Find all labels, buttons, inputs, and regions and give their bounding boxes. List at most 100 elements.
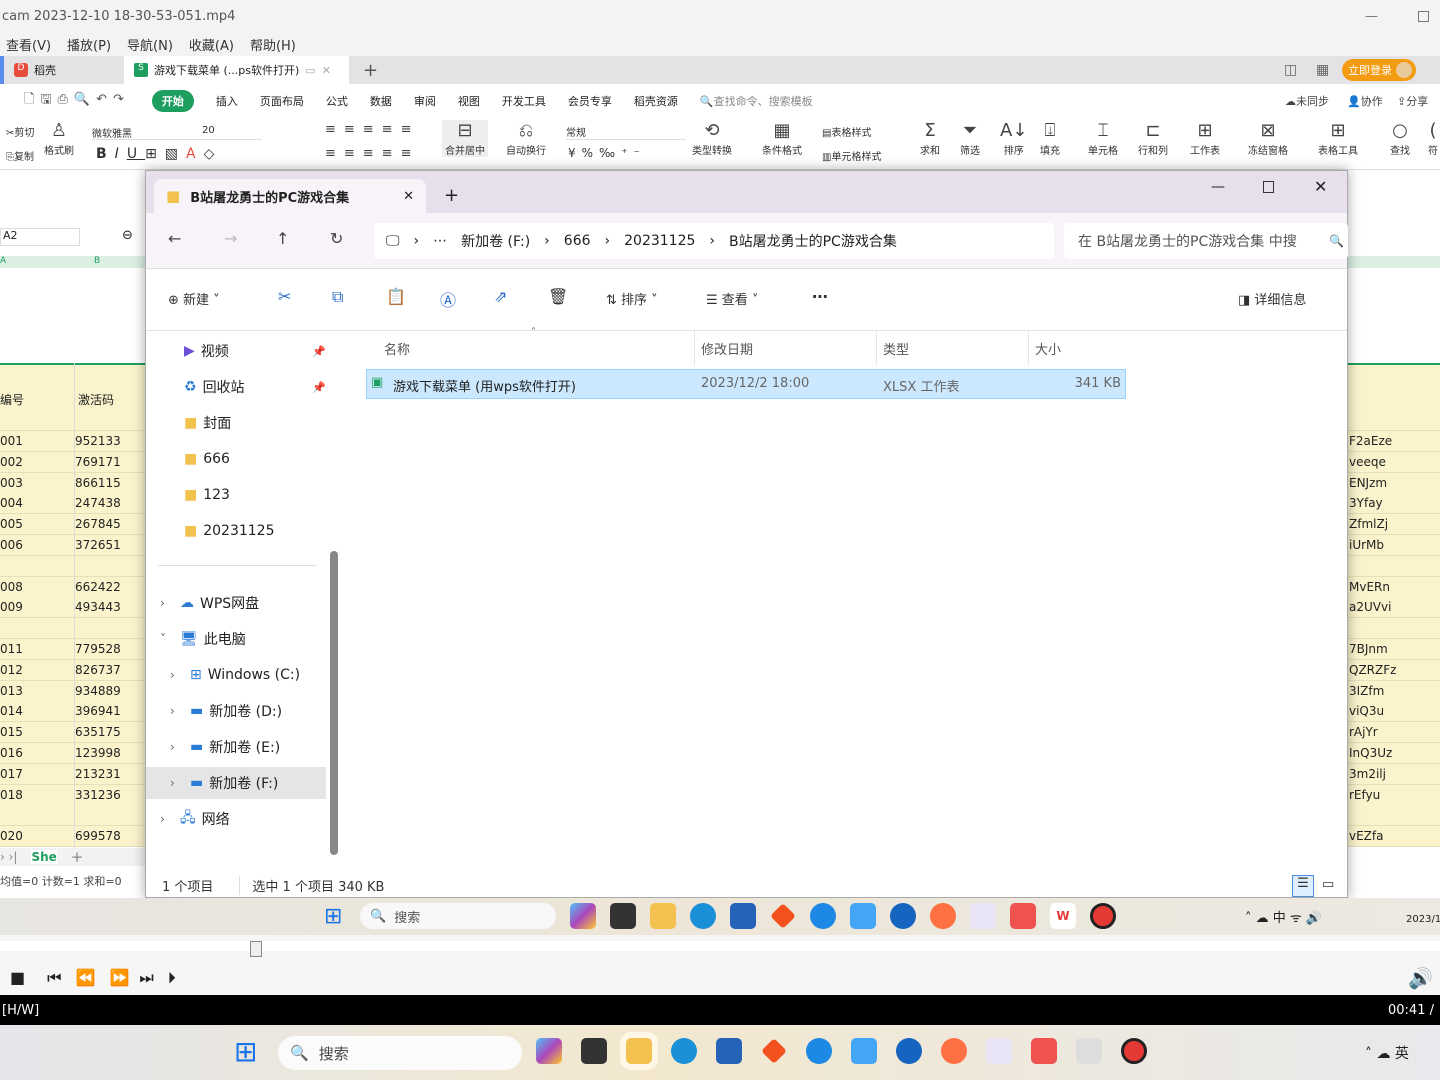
more-options-icon[interactable]: ⋯ — [812, 287, 828, 306]
grid-icon[interactable]: ▦ — [1316, 62, 1329, 78]
windows-start-icon[interactable]: ⊞ — [324, 904, 342, 929]
number-format-select[interactable]: 常规 — [566, 124, 686, 140]
merge-center-button[interactable]: ⊟ 合并居中 — [442, 120, 488, 157]
table-style-button[interactable]: ▤表格样式 — [822, 124, 871, 139]
sheet-cell[interactable]: rEfyu — [1349, 788, 1380, 802]
tree-item[interactable]: › ▬ 新加卷 (E:) — [146, 731, 326, 763]
menu-view[interactable]: 查看(V) — [6, 35, 51, 54]
sheet-cell[interactable]: 3m2ilj — [1349, 767, 1386, 781]
sheet-cell[interactable]: veeqe — [1349, 455, 1386, 469]
sheet-cell[interactable]: 372651 — [75, 538, 121, 552]
sheet-cell[interactable]: QZRZFz — [1349, 663, 1396, 677]
sync-button[interactable]: ☁未同步 — [1285, 93, 1329, 109]
tree-item[interactable]: › ▬ 新加卷 (D:) — [146, 695, 326, 727]
record-icon[interactable] — [1121, 1038, 1147, 1064]
sheet-cell[interactable]: 016 — [0, 746, 23, 760]
number-buttons[interactable]: ¥%‰⁺⁻ — [568, 146, 646, 160]
nav-item[interactable]: ■ 20231125 — [146, 515, 326, 547]
login-button[interactable]: 立即登录 — [1342, 59, 1416, 81]
sheet-cell[interactable]: 331236 — [75, 788, 121, 802]
sheet-cell[interactable]: 006 — [0, 538, 23, 552]
sheet-cell[interactable]: 662422 — [75, 580, 121, 594]
volume-icon[interactable]: 🔊 — [1408, 966, 1433, 990]
sheet-cell[interactable]: 013 — [0, 684, 23, 698]
sheet-cell[interactable]: 012 — [0, 663, 23, 677]
ribbon-tab-formula[interactable]: 公式 — [326, 93, 348, 109]
minimize-icon[interactable]: — — [1365, 9, 1378, 24]
header-cell[interactable]: 编号 — [0, 391, 24, 408]
sheet-cell[interactable]: 635175 — [75, 725, 121, 739]
ribbon-tab-developer[interactable]: 开发工具 — [502, 93, 546, 109]
app-icon[interactable] — [536, 1038, 562, 1064]
sheet-cell[interactable]: 934889 — [75, 684, 121, 698]
file-row[interactable]: ▣ 游戏下载菜单 (用wps软件打开) 2023/12/2 18:00 XLSX… — [366, 369, 1126, 399]
store-icon[interactable] — [716, 1038, 742, 1064]
type-convert-button[interactable]: ⟲ 类型转换 — [692, 120, 732, 157]
worksheet-button[interactable]: ⊞ 工作表 — [1190, 120, 1220, 157]
sheet-cell[interactable]: 020 — [0, 829, 23, 843]
cell-style-button[interactable]: ▥单元格样式 — [822, 148, 881, 163]
sheet-cell[interactable]: 779528 — [75, 642, 121, 656]
fill-button[interactable]: ⍗ 填充 — [1040, 120, 1060, 157]
menu-favorites[interactable]: 收藏(A) — [189, 35, 234, 54]
sheet-cell[interactable]: 3Yfay — [1349, 496, 1383, 510]
edge-icon[interactable] — [671, 1038, 697, 1064]
tree-item[interactable]: › 🖧 网络 — [146, 803, 326, 835]
tab-docer[interactable]: D 稻壳 — [0, 56, 120, 84]
sheet-cell[interactable]: 699578 — [75, 829, 121, 843]
menu-play[interactable]: 播放(P) — [67, 35, 111, 54]
search-box[interactable]: 在 B站屠龙勇士的PC游戏合集 中搜 🔍 — [1064, 223, 1348, 259]
windows-start-icon[interactable]: ⊞ — [234, 1035, 257, 1068]
previous-button[interactable]: ⏮ — [47, 968, 61, 988]
freeze-button[interactable]: ⊠ 冻结窗格 — [1248, 120, 1288, 157]
taskbar-search[interactable]: 🔍 搜索 — [360, 903, 556, 929]
sheet-cell[interactable]: ZfmlZj — [1349, 517, 1388, 531]
column-size[interactable]: 大小 — [1028, 331, 1067, 365]
new-button[interactable]: ⊕ 新建 ˅ — [168, 289, 220, 308]
chevron-icon[interactable]: › — [160, 812, 174, 826]
taskbar-search[interactable]: 🔍 搜索 — [278, 1036, 522, 1070]
pin-icon[interactable]: 📌 — [312, 381, 326, 394]
app-icon[interactable] — [570, 903, 596, 929]
column-name[interactable]: 名称 — [384, 339, 410, 358]
collab-button[interactable]: 👤协作 — [1347, 93, 1383, 109]
sheet-cell[interactable]: 769171 — [75, 455, 121, 469]
kugou-icon[interactable] — [890, 903, 916, 929]
app-icon[interactable] — [581, 1038, 607, 1064]
sheet-cell[interactable]: 396941 — [75, 704, 121, 718]
maximize-button[interactable] — [1263, 181, 1274, 193]
sheet-cell[interactable]: 826737 — [75, 663, 121, 677]
sheet-cell[interactable]: 017 — [0, 767, 23, 781]
tree-item[interactable]: › ▬ 新加卷 (F:) — [146, 767, 326, 799]
tray-icons[interactable]: ˄ ☁ 中 ᯤ 🔊 — [1245, 907, 1322, 926]
header-cell[interactable]: 激活码 — [78, 391, 114, 408]
app-icon[interactable] — [770, 903, 796, 929]
sheet-cell[interactable]: ENJzm — [1349, 476, 1387, 490]
more-icon[interactable]: ⋯ — [433, 233, 447, 249]
audio-app-icon[interactable] — [970, 903, 996, 929]
font-style-buttons[interactable]: BIU⊞▧A◇ — [96, 146, 222, 162]
minimize-button[interactable]: — — [1211, 179, 1225, 195]
row-col-button[interactable]: ⊏ 行和列 — [1138, 120, 1168, 157]
bandicam-icon[interactable] — [1076, 1038, 1102, 1064]
store-icon[interactable] — [730, 903, 756, 929]
refresh-button[interactable]: ↻ — [330, 229, 343, 248]
up-button[interactable]: ↑ — [276, 229, 289, 248]
tiles-view-button[interactable]: ▭ — [1322, 877, 1334, 892]
sheet-cell[interactable]: 008 — [0, 580, 23, 594]
pin-window-icon[interactable]: ▭ — [305, 64, 315, 77]
col-b[interactable]: B — [94, 256, 100, 266]
seek-track[interactable] — [0, 941, 1440, 951]
firefox-icon[interactable] — [941, 1038, 967, 1064]
share-button[interactable]: ⇪分享 — [1397, 93, 1428, 109]
rename-icon[interactable]: Ⓐ — [440, 287, 456, 311]
forward-button[interactable]: ⏩ — [109, 968, 129, 987]
sheet-cell[interactable]: InQ3Uz — [1349, 746, 1392, 760]
sheet-cell[interactable]: 247438 — [75, 496, 121, 510]
new-tab-button[interactable]: + — [444, 185, 459, 206]
sheet-nav-icon[interactable]: › ›| — [0, 850, 17, 864]
wrap-text-button[interactable]: ⎌ 自动换行 — [506, 120, 546, 157]
find-button[interactable]: ○ 查找 — [1390, 120, 1410, 157]
nav-item[interactable]: ■ 666 — [146, 443, 326, 475]
share-icon[interactable]: ⇗ — [494, 287, 507, 306]
